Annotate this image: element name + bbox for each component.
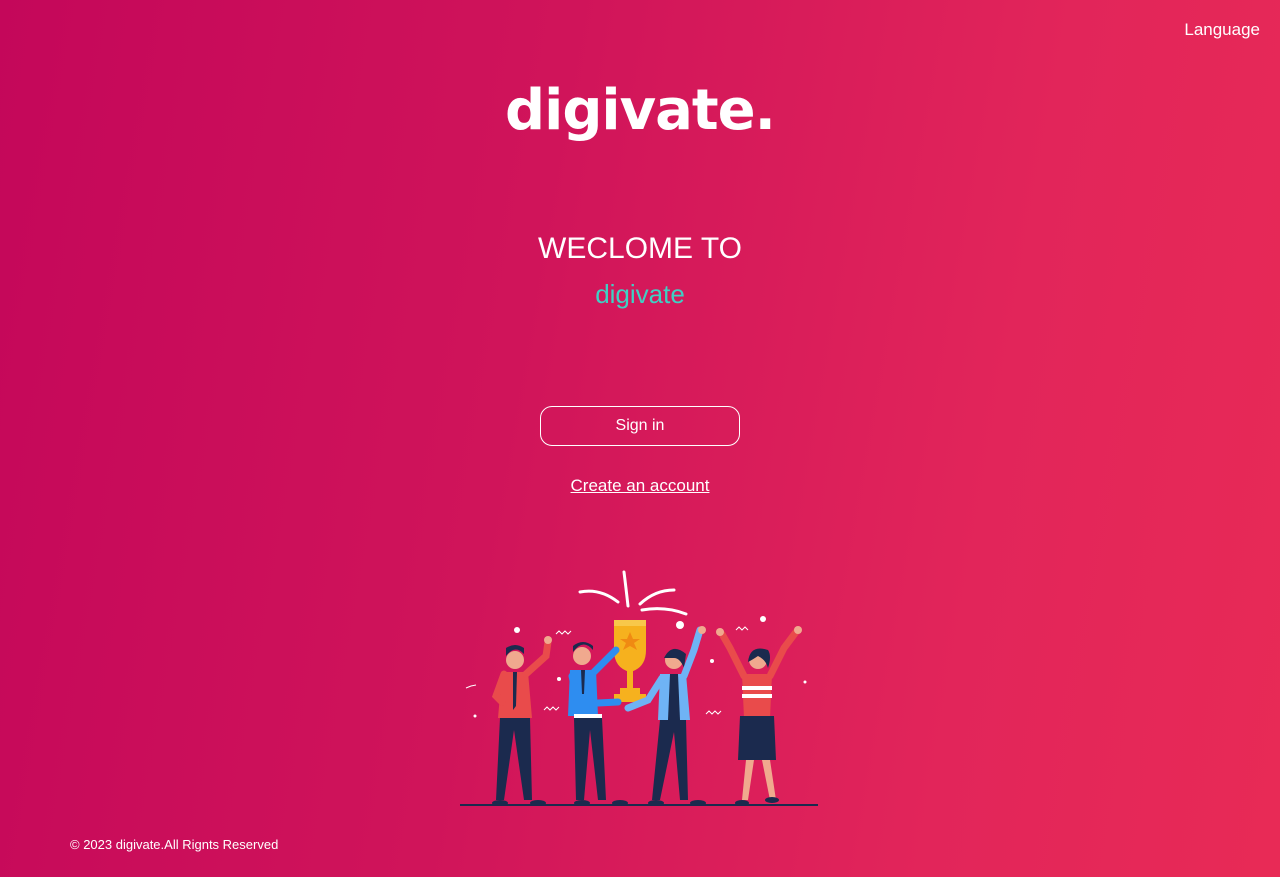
create-account-wrapper: Create an account (0, 476, 1280, 496)
welcome-heading: WECLOME TO (538, 232, 742, 265)
person-1 (491, 636, 552, 806)
celebration-illustration (460, 570, 818, 806)
brand-logo: digivate. (505, 78, 776, 143)
trophy-icon (614, 620, 646, 702)
person-4 (716, 626, 802, 806)
create-account-link[interactable]: Create an account (571, 476, 710, 495)
copyright-text: © 2023 digivate.All Rignts Reserved (70, 837, 279, 852)
sign-in-button[interactable]: Sign in (540, 406, 740, 446)
welcome-brand: digivate (595, 279, 685, 309)
language-selector[interactable]: Language (1184, 20, 1260, 40)
person-2 (568, 642, 628, 806)
